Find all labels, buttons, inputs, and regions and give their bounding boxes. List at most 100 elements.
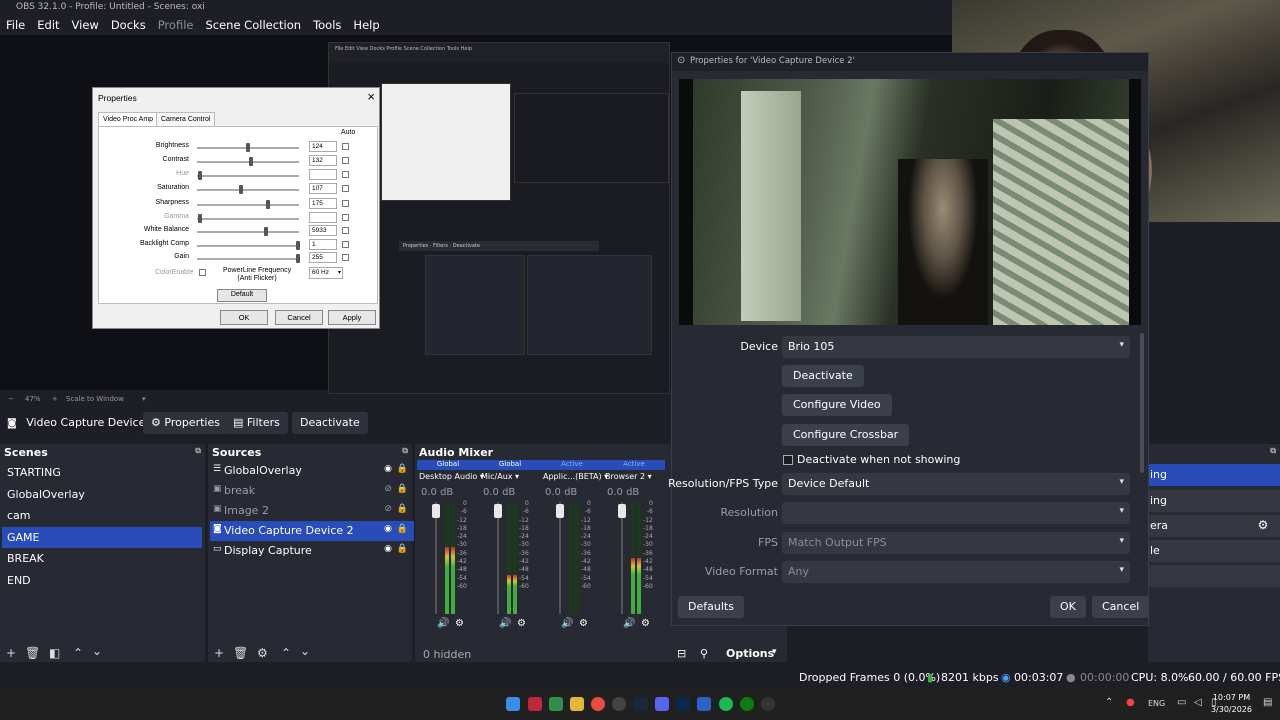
float-icon[interactable]: ⧉ — [195, 446, 201, 456]
auto-checkbox[interactable] — [342, 157, 349, 164]
defaults-button[interactable]: Defaults — [678, 596, 744, 618]
add-source-button[interactable]: + — [214, 646, 224, 660]
apply-button[interactable]: Apply — [328, 310, 376, 325]
remove-source-button[interactable]: 🗑 — [233, 646, 248, 660]
tab-video-proc-amp[interactable]: Video Proc Amp — [98, 112, 159, 127]
default-button[interactable]: Default — [217, 289, 267, 302]
slider-handle[interactable] — [246, 143, 250, 152]
proc-amp-value[interactable]: 107 — [309, 183, 337, 194]
windows-start-icon[interactable] — [506, 697, 520, 711]
menu-profile[interactable]: Profile — [152, 16, 200, 35]
mixer-channel-name[interactable]: Mic/Aux ▾ — [481, 472, 519, 481]
auto-checkbox[interactable] — [342, 227, 349, 234]
menu-view[interactable]: View — [66, 16, 105, 35]
zoom-mode[interactable]: Scale to Window — [66, 395, 124, 403]
video-format-select[interactable]: Any ▾ — [782, 561, 1130, 583]
auto-checkbox[interactable] — [342, 143, 349, 150]
mixer-settings-icon[interactable]: ⚙ — [579, 618, 588, 629]
device-select[interactable]: Brio 105 ▾ — [782, 336, 1130, 358]
source-item[interactable]: ☰ GlobalOverlay ◉ 🔒 — [210, 461, 414, 481]
volume-icon[interactable]: 🔊 — [437, 618, 449, 629]
auto-checkbox[interactable] — [342, 171, 349, 178]
mixer-fader-handle[interactable] — [556, 504, 564, 518]
mixer-channel-name[interactable]: Browser 2 ▾ — [605, 472, 652, 481]
auto-checkbox[interactable] — [342, 200, 349, 207]
proc-amp-slider[interactable] — [197, 185, 299, 194]
auto-checkbox[interactable] — [342, 241, 349, 248]
volume-icon[interactable]: ◁ — [1194, 697, 1202, 708]
lock-icon[interactable]: 🔒 — [397, 484, 408, 494]
proc-amp-value[interactable]: 5933 — [309, 225, 337, 236]
mixer-fader-handle[interactable] — [494, 504, 502, 518]
steam-icon[interactable] — [634, 697, 648, 711]
slider-handle[interactable] — [264, 227, 268, 236]
proc-amp-slider[interactable] — [197, 200, 299, 209]
lock-icon[interactable]: 🔒 — [397, 464, 408, 474]
volume-icon[interactable]: 🔊 — [499, 618, 511, 629]
lock-icon[interactable]: 🔒 — [397, 544, 408, 554]
vcd-scrollbar[interactable] — [1140, 333, 1144, 473]
proc-amp-slider[interactable] — [197, 241, 300, 250]
mixer-fader-track[interactable] — [621, 502, 623, 614]
ok-button[interactable]: OK — [220, 310, 268, 325]
proc-amp-slider[interactable] — [197, 157, 299, 166]
menu-file[interactable]: File — [0, 16, 31, 35]
control-item-5[interactable] — [1148, 565, 1280, 587]
configure-video-button[interactable]: Configure Video — [782, 394, 892, 416]
close-icon[interactable]: × — [367, 89, 375, 104]
mixer-fader-track[interactable] — [435, 502, 437, 614]
scene-item[interactable]: STARTING — [2, 462, 202, 483]
zoom-plus[interactable]: + — [52, 395, 58, 403]
slider-handle[interactable] — [249, 157, 253, 166]
slider-handle[interactable] — [296, 241, 300, 250]
menu-scene-collection[interactable]: Scene Collection — [199, 16, 307, 35]
mixer-fader-track[interactable] — [559, 502, 561, 614]
tab-camera-control[interactable]: Camera Control — [156, 112, 216, 127]
proc-amp-value[interactable]: 255 — [309, 252, 337, 263]
source-item[interactable]: ▭ Display Capture ◉ 🔒 — [210, 541, 414, 561]
eye-icon[interactable]: ◉ — [384, 524, 392, 534]
chevron-down-icon[interactable]: ▾ — [772, 647, 777, 657]
mixer-settings-icon[interactable]: ⚙ — [517, 618, 526, 629]
auto-checkbox[interactable] — [342, 254, 349, 261]
menu-docks[interactable]: Docks — [105, 16, 152, 35]
xbox-icon[interactable] — [740, 697, 754, 711]
mixer-fader-handle[interactable] — [432, 504, 440, 518]
source-properties-button[interactable]: ⚙ — [257, 646, 268, 660]
folder-icon[interactable] — [570, 697, 584, 711]
clock[interactable]: 10:07 PM 3/30/2026 — [1211, 692, 1252, 716]
language-indicator[interactable]: ENG — [1148, 699, 1165, 708]
control-item-4[interactable]: le — [1148, 540, 1280, 562]
mixer-options-button[interactable]: Options — [726, 647, 774, 660]
control-item-1[interactable]: ing — [1148, 464, 1280, 486]
mixer-link-icon[interactable]: ⚲ — [700, 647, 708, 660]
proc-amp-slider[interactable] — [197, 143, 299, 152]
volume-icon[interactable]: 🔊 — [623, 618, 635, 629]
control-item-2[interactable]: ing — [1148, 490, 1280, 512]
slider-handle[interactable] — [198, 214, 202, 223]
move-up-button[interactable]: ⌃ — [73, 646, 83, 660]
mixer-settings-icon[interactable]: ⚙ — [641, 618, 650, 629]
eye-slash-icon[interactable]: ⊘ — [384, 484, 392, 494]
obs-icon[interactable] — [612, 697, 626, 711]
scene-item[interactable]: cam — [2, 505, 202, 526]
app-icon-2[interactable] — [761, 697, 775, 711]
resolution-select[interactable]: ▾ — [782, 502, 1130, 524]
mixer-channel-name[interactable]: Desktop Audio ▾ — [419, 472, 484, 481]
mixer-channel-name[interactable]: Applic...(BETA) ▾ — [543, 472, 608, 481]
source-item[interactable]: ▣ Image 2 ⊘ 🔒 — [210, 501, 414, 521]
slider-handle[interactable] — [266, 200, 270, 209]
lock-icon[interactable]: 🔒 — [397, 504, 408, 514]
menu-help[interactable]: Help — [347, 16, 385, 35]
menu-tools[interactable]: Tools — [307, 16, 347, 35]
slider-handle[interactable] — [239, 185, 243, 194]
proc-amp-slider[interactable] — [197, 214, 299, 223]
slider-handle[interactable] — [296, 254, 300, 263]
proc-amp-value[interactable]: 132 — [309, 155, 337, 166]
proc-amp-value[interactable] — [309, 212, 337, 223]
res-fps-select[interactable]: Device Default ▾ — [782, 473, 1130, 495]
scene-item[interactable]: GAME — [2, 526, 202, 548]
float-icon[interactable]: ⧉ — [1270, 446, 1276, 456]
scene-item[interactable]: GlobalOverlay — [2, 484, 202, 505]
zoom-minus[interactable]: − — [8, 395, 14, 403]
